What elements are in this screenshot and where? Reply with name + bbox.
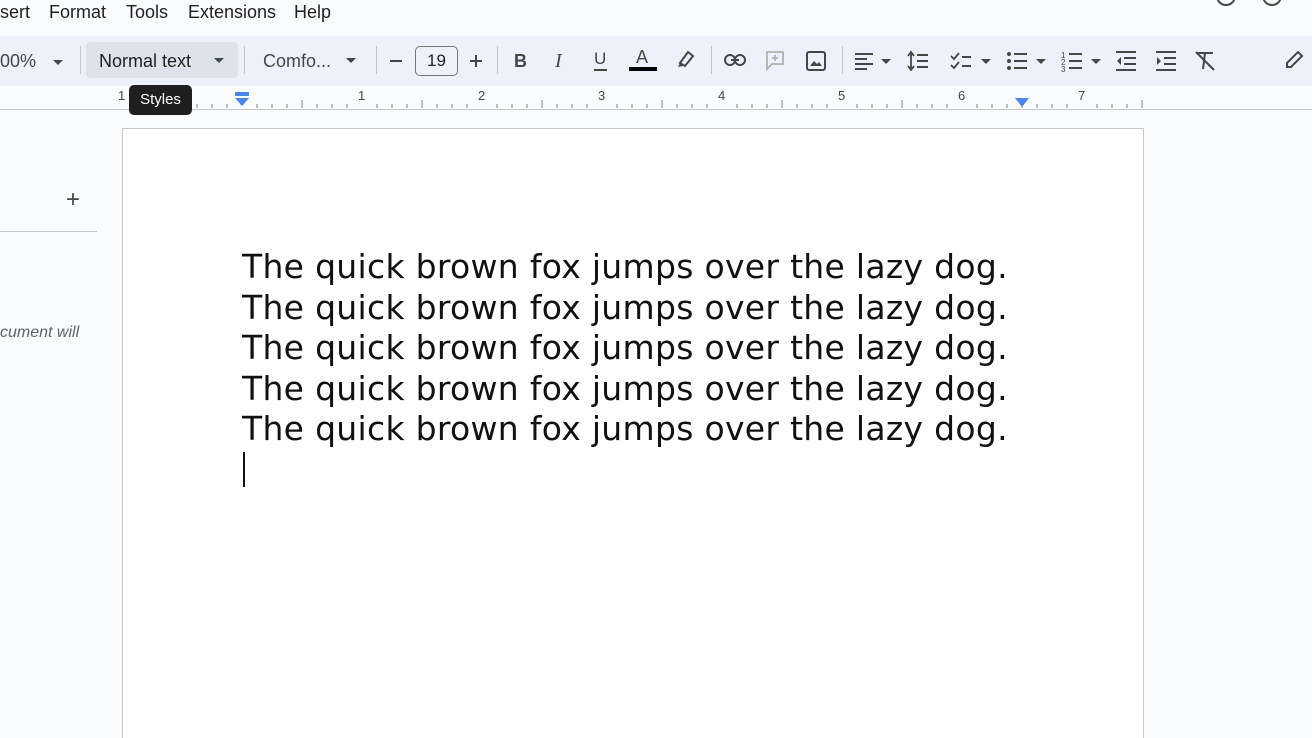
zoom-caret-icon[interactable] (53, 60, 63, 65)
ruler-number: 6 (958, 88, 966, 103)
zoom-select[interactable]: 00% (0, 50, 36, 72)
ruler-number: 2 (478, 88, 486, 103)
paragraph-line[interactable]: The quick brown fox jumps over the lazy … (242, 247, 1008, 288)
paragraph-line[interactable]: The quick brown fox jumps over the lazy … (242, 369, 1008, 410)
bold-icon[interactable]: B (511, 50, 531, 72)
svg-text:A: A (636, 47, 648, 67)
first-line-indent-marker-icon[interactable] (234, 92, 250, 108)
svg-text:I: I (554, 50, 563, 72)
paragraph-style-label[interactable]: Normal text (99, 50, 191, 72)
outline-hint-text: cument will (0, 324, 80, 341)
menu-help[interactable]: Help (294, 0, 331, 24)
increase-font-size-icon[interactable] (467, 52, 485, 70)
toolbar-divider (376, 46, 377, 74)
history-icon[interactable] (1216, 0, 1236, 6)
ruler-number: 7 (1078, 88, 1086, 103)
toolbar-divider (244, 46, 245, 74)
svg-text:U: U (594, 49, 606, 68)
add-comment-icon[interactable] (764, 49, 786, 71)
underline-icon[interactable]: U (590, 48, 612, 74)
ruler-ticks (136, 100, 1143, 108)
menu-tools[interactable]: Tools (126, 0, 168, 24)
highlight-pen-icon[interactable] (675, 48, 697, 70)
add-tab-plus-icon[interactable]: + (66, 188, 80, 212)
ruler-number: 3 (598, 88, 606, 103)
menu-insert[interactable]: sert (0, 0, 30, 24)
ruler-number: 1 (358, 88, 366, 103)
svg-text:3: 3 (1061, 65, 1066, 72)
ruler-number: 1 (118, 88, 126, 103)
text-cursor (243, 452, 245, 487)
panel-divider (0, 231, 97, 232)
comments-icon[interactable] (1262, 0, 1282, 6)
font-size-input[interactable]: 19 (415, 46, 458, 76)
decrease-font-size-icon[interactable] (387, 52, 405, 70)
menu-bar: sert Format Tools Extensions Help (0, 0, 1312, 34)
menu-extensions[interactable]: Extensions (188, 0, 276, 24)
toolbar-divider (80, 46, 81, 74)
clear-formatting-icon[interactable] (1193, 49, 1217, 73)
paragraph-line[interactable]: The quick brown fox jumps over the lazy … (242, 288, 1008, 329)
checklist-caret-icon[interactable] (981, 59, 991, 64)
paragraph-line[interactable]: The quick brown fox jumps over the lazy … (242, 328, 1008, 369)
ruler-number: 4 (718, 88, 726, 103)
font-caret-icon[interactable] (346, 58, 356, 63)
numbered-list-icon[interactable]: 1 2 3 (1060, 50, 1084, 72)
toolbar-divider (711, 46, 712, 74)
paragraph-style-caret-icon[interactable] (214, 58, 224, 63)
svg-text:B: B (514, 51, 527, 71)
text-color-icon[interactable]: A (628, 46, 658, 74)
link-icon[interactable] (723, 50, 747, 70)
styles-tooltip: Styles (129, 85, 192, 115)
bulleted-list-caret-icon[interactable] (1036, 59, 1046, 64)
document-body[interactable]: The quick brown fox jumps over the lazy … (242, 247, 1008, 450)
menu-format[interactable]: Format (49, 0, 106, 24)
ruler-number: 5 (838, 88, 846, 103)
paragraph-line[interactable]: The quick brown fox jumps over the lazy … (242, 409, 1008, 450)
toolbar-divider (842, 46, 843, 74)
toolbar-divider (497, 46, 498, 74)
line-spacing-icon[interactable] (906, 50, 930, 72)
editing-mode-pencil-icon[interactable] (1283, 49, 1305, 71)
insert-image-icon[interactable] (805, 50, 827, 72)
numbered-list-caret-icon[interactable] (1091, 59, 1101, 64)
align-left-icon[interactable] (853, 51, 875, 71)
font-select[interactable]: Comfo... (263, 50, 331, 72)
align-caret-icon[interactable] (881, 59, 891, 64)
decrease-indent-icon[interactable] (1114, 50, 1138, 72)
increase-indent-icon[interactable] (1154, 50, 1178, 72)
checklist-icon[interactable] (949, 50, 973, 72)
italic-icon[interactable]: I (551, 50, 571, 72)
bulleted-list-icon[interactable] (1005, 50, 1029, 72)
right-indent-marker-icon[interactable] (1014, 97, 1030, 109)
